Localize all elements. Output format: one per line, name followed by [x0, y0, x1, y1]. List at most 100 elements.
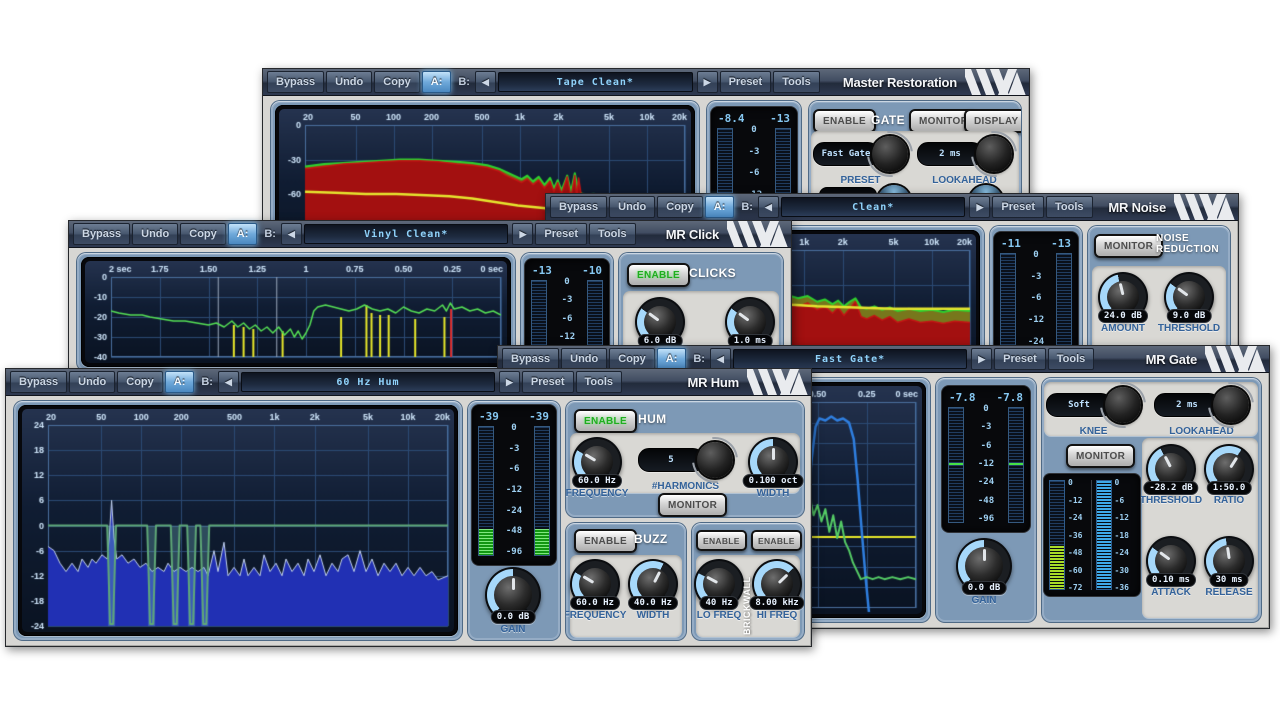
toolbar: Bypass Undo Copy A: B: ◀ Clean* ▶ Preset… [546, 194, 1238, 221]
window-title: MR Noise [1108, 194, 1166, 220]
knee-selector[interactable]: SoftKNEE [1046, 386, 1141, 437]
setup-a-button[interactable]: A: [705, 196, 735, 218]
selector-knob[interactable] [976, 136, 1012, 172]
preset-menu-button[interactable]: Preset [720, 71, 772, 93]
setup-b-label[interactable]: B: [455, 71, 473, 93]
brickwall-section-label: BRICKWALL [742, 557, 752, 635]
desktop: Bypass Undo Copy A: B: ◀ Tape Clean* ▶ P… [0, 0, 1280, 720]
preset-menu-button[interactable]: Preset [994, 348, 1046, 370]
toolbar: Bypass Undo Copy A: B: ◀ Vinyl Clean* ▶ … [69, 221, 791, 248]
hum-frequency-knob[interactable]: 60.0 HzFREQUENCY [574, 439, 620, 485]
copy-button[interactable]: Copy [180, 223, 226, 245]
click-shape-knob[interactable]: 1.0 ms [727, 299, 773, 345]
gain-knob[interactable]: 0.0 dBGAIN [958, 540, 1010, 592]
copy-button[interactable]: Copy [609, 348, 655, 370]
setup-a-button[interactable]: A: [422, 71, 452, 93]
ratio-knob[interactable]: 1:50.0RATIO [1206, 446, 1252, 492]
selector-knob[interactable] [1105, 387, 1141, 423]
hum-monitor-button[interactable]: MONITOR [658, 493, 727, 517]
buzz-enable-button[interactable]: ENABLE [574, 529, 637, 553]
selector-knob[interactable] [1213, 387, 1249, 423]
brickwall-lo-freq-knob[interactable]: 40 HzLO FREQ [696, 561, 742, 607]
bypass-button[interactable]: Bypass [10, 371, 67, 393]
gate-enable-button[interactable]: ENABLE [813, 109, 876, 133]
bypass-button[interactable]: Bypass [502, 348, 559, 370]
undo-button[interactable]: Undo [609, 196, 655, 218]
setup-b-label[interactable]: B: [690, 348, 708, 370]
release-knob[interactable]: 30 msRELEASE [1206, 538, 1252, 584]
tools-menu-button[interactable]: Tools [576, 371, 623, 393]
waveform-display-panel [77, 253, 515, 371]
gate-reduction-meters: 0-12-24-36-48-60-720-6-12-18-24-30-36 [1044, 474, 1140, 596]
brickwall-lo-enable-button[interactable]: ENABLE [696, 530, 747, 551]
preset-menu-button[interactable]: Preset [992, 196, 1044, 218]
undo-button[interactable]: Undo [132, 223, 178, 245]
knob-label: HI FREQ [757, 610, 798, 621]
monitor-button[interactable]: MONITOR [1094, 234, 1163, 258]
tools-menu-button[interactable]: Tools [589, 223, 636, 245]
preset-name-display[interactable]: Clean* [781, 197, 966, 217]
knob-value: -28.2 dB [1143, 481, 1198, 495]
amount-knob[interactable]: 24.0 dBAMOUNT [1100, 274, 1146, 320]
bypass-button[interactable]: Bypass [267, 71, 324, 93]
bypass-button[interactable]: Bypass [550, 196, 607, 218]
selector-knob[interactable] [872, 136, 908, 172]
knob-label: AMOUNT [1101, 323, 1145, 334]
next-preset-button[interactable]: ▶ [969, 196, 990, 218]
next-preset-button[interactable]: ▶ [499, 371, 520, 393]
setup-b-label[interactable]: B: [198, 371, 216, 393]
window-title: MR Click [666, 221, 719, 247]
setup-b-label[interactable]: B: [261, 223, 279, 245]
preset-menu-button[interactable]: Preset [535, 223, 587, 245]
click-threshold-knob[interactable]: 6.0 dB [637, 299, 683, 345]
gain-knob[interactable]: 0.0 dBGAIN [487, 569, 539, 621]
monitor-button[interactable]: MONITOR [1066, 444, 1135, 468]
setup-b-label[interactable]: B: [738, 196, 756, 218]
plugin-body: -39-390-3-6-12-24-48-96 0.0 dBGAIN ENABL… [6, 395, 811, 646]
attack-knob[interactable]: 0.10 msATTACK [1148, 538, 1194, 584]
hum-width-knob[interactable]: 0.100 octWIDTH [750, 439, 796, 485]
buzz-width-knob[interactable]: 40.0 HzWIDTH [630, 561, 676, 607]
hum-enable-button[interactable]: ENABLE [574, 409, 637, 433]
gate-lookahead-selector[interactable]: 2 msLOOKAHEAD [917, 135, 1012, 186]
preset-name-display[interactable]: Fast Gate* [733, 349, 967, 369]
undo-button[interactable]: Undo [561, 348, 607, 370]
prev-preset-button[interactable]: ◀ [758, 196, 779, 218]
spectrum-display [22, 409, 454, 632]
prev-preset-button[interactable]: ◀ [710, 348, 731, 370]
prev-preset-button[interactable]: ◀ [475, 71, 496, 93]
toolbar-spacer [636, 221, 662, 247]
buzz-frequency-knob[interactable]: 60.0 HzFREQUENCY [572, 561, 618, 607]
undo-button[interactable]: Undo [326, 71, 372, 93]
brickwall-hi-enable-button[interactable]: ENABLE [751, 530, 802, 551]
preset-name-display[interactable]: Tape Clean* [498, 72, 693, 92]
tools-menu-button[interactable]: Tools [1046, 196, 1093, 218]
next-preset-button[interactable]: ▶ [971, 348, 992, 370]
prev-preset-button[interactable]: ◀ [281, 223, 302, 245]
threshold-knob[interactable]: 9.0 dBTHRESHOLD [1166, 274, 1212, 320]
next-preset-button[interactable]: ▶ [512, 223, 533, 245]
brickwall-hi-freq-knob[interactable]: 8.00 kHzHI FREQ [754, 561, 800, 607]
copy-button[interactable]: Copy [657, 196, 703, 218]
undo-button[interactable]: Undo [69, 371, 115, 393]
setup-a-button[interactable]: A: [657, 348, 687, 370]
next-preset-button[interactable]: ▶ [697, 71, 718, 93]
copy-button[interactable]: Copy [374, 71, 420, 93]
bypass-button[interactable]: Bypass [73, 223, 130, 245]
preset-name-display[interactable]: Vinyl Clean* [304, 224, 509, 244]
selector-knob[interactable] [697, 442, 733, 478]
preset-menu-button[interactable]: Preset [522, 371, 574, 393]
lookahead-selector[interactable]: 2 msLOOKAHEAD [1154, 386, 1249, 437]
tools-menu-button[interactable]: Tools [1048, 348, 1095, 370]
tools-menu-button[interactable]: Tools [773, 71, 820, 93]
gate-display-button[interactable]: DISPLAY [964, 109, 1021, 133]
setup-a-button[interactable]: A: [228, 223, 258, 245]
setup-a-button[interactable]: A: [165, 371, 195, 393]
preset-name-display[interactable]: 60 Hz Hum [241, 372, 495, 392]
prev-preset-button[interactable]: ◀ [218, 371, 239, 393]
clicks-enable-button[interactable]: ENABLE [627, 263, 690, 287]
gate-preset-selector[interactable]: Fast GatePRESET [813, 135, 908, 186]
threshold-knob[interactable]: -28.2 dBTHRESHOLD [1148, 446, 1194, 492]
copy-button[interactable]: Copy [117, 371, 163, 393]
harmonics-selector[interactable]: 5#HARMONICS [638, 441, 733, 492]
